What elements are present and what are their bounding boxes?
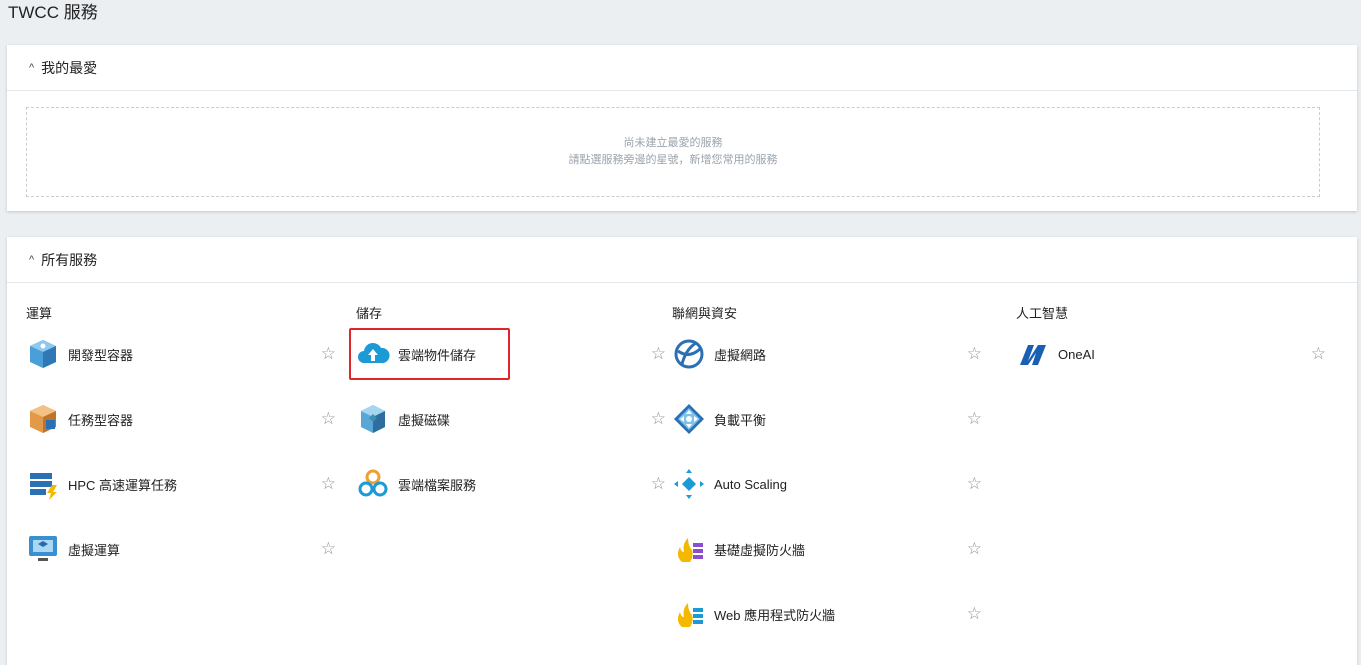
virtual-disk-icon [356,402,390,436]
service-oneai[interactable]: OneAI ☆ [1016,334,1326,374]
job-container-icon [26,402,60,436]
empty-line-2: 請點選服務旁邊的星號，新增您常用的服務 [568,154,778,166]
star-icon[interactable]: ☆ [1311,344,1326,364]
service-label: 負載平衡 [714,412,767,428]
star-icon[interactable]: ☆ [967,539,982,559]
category-storage: 儲存 雲端物件儲存 ☆ 虛擬磁碟 ☆ 雲端檔案服務 ☆ [356,303,666,497]
service-virtual-compute[interactable]: 虛擬運算 ☆ [26,529,336,569]
service-waf[interactable]: Web 應用程式防火牆 ☆ [672,594,982,634]
category-title: 人工智慧 [1016,306,1069,321]
service-label: 任務型容器 [68,412,134,428]
service-label: Web 應用程式防火牆 [714,607,836,623]
star-icon[interactable]: ☆ [321,539,336,559]
service-label: OneAI [1058,346,1095,362]
category-title: 聯網與資安 [672,306,738,321]
service-virtual-disk[interactable]: 虛擬磁碟 ☆ [356,399,666,439]
empty-line-1: 尚未建立最愛的服務 [623,137,723,149]
service-hpc[interactable]: HPC 高速運算任務 ☆ [26,464,336,504]
star-icon[interactable]: ☆ [651,344,666,364]
category-ai: 人工智慧 OneAI ☆ [1016,303,1326,365]
load-balancer-icon [672,402,706,436]
waf-icon [672,597,706,631]
hpc-icon [26,467,60,501]
service-load-balancer[interactable]: 負載平衡 ☆ [672,399,982,439]
favorites-title: 我的最愛 [41,59,98,76]
firewall-icon [672,532,706,566]
page-title: TWCC 服務 [8,3,98,22]
all-services-header[interactable]: ^ 所有服務 [7,237,1357,283]
service-job-container[interactable]: 任務型容器 ☆ [26,399,336,439]
category-title: 儲存 [356,306,383,321]
virtual-network-icon [672,337,706,371]
chevron-up-icon: ^ [29,61,35,74]
service-virtual-network[interactable]: 虛擬網路 ☆ [672,334,982,374]
star-icon[interactable]: ☆ [321,409,336,429]
star-icon[interactable]: ☆ [651,474,666,494]
favorites-panel: ^ 我的最愛 尚未建立最愛的服務 請點選服務旁邊的星號，新增您常用的服務 [7,45,1357,211]
favorites-empty-state: 尚未建立最愛的服務 請點選服務旁邊的星號，新增您常用的服務 [26,107,1320,197]
favorites-header[interactable]: ^ 我的最愛 [7,45,1357,91]
service-label: 虛擬網路 [714,347,767,363]
star-icon[interactable]: ☆ [967,344,982,364]
star-icon[interactable]: ☆ [651,409,666,429]
category-compute: 運算 開發型容器 ☆ 任務型容器 ☆ HPC 高速運算任務 ☆ 虛擬運算 ☆ [26,303,336,561]
highlight-box [349,328,510,380]
dev-container-icon [26,337,60,371]
service-label: 開發型容器 [68,347,134,363]
service-label: 雲端檔案服務 [398,477,477,493]
chevron-up-icon: ^ [29,253,35,266]
service-dev-container[interactable]: 開發型容器 ☆ [26,334,336,374]
star-icon[interactable]: ☆ [321,344,336,364]
star-icon[interactable]: ☆ [321,474,336,494]
auto-scaling-icon [672,467,706,501]
category-network-security: 聯網與資安 虛擬網路 ☆ 負載平衡 ☆ Auto Scaling ☆ 基礎虛擬防… [672,303,982,627]
oneai-icon [1016,337,1050,371]
service-label: Auto Scaling [714,476,787,492]
star-icon[interactable]: ☆ [967,409,982,429]
service-label: HPC 高速運算任務 [68,477,178,493]
star-icon[interactable]: ☆ [967,474,982,494]
service-auto-scaling[interactable]: Auto Scaling ☆ [672,464,982,504]
service-label: 虛擬磁碟 [398,412,451,428]
category-title: 運算 [26,306,53,321]
cloud-file-icon [356,467,390,501]
service-firewall[interactable]: 基礎虛擬防火牆 ☆ [672,529,982,569]
all-services-title: 所有服務 [41,251,98,268]
all-services-panel: ^ 所有服務 運算 開發型容器 ☆ 任務型容器 ☆ HPC 高速運算任務 ☆ 虛… [7,237,1357,665]
star-icon[interactable]: ☆ [967,604,982,624]
service-label: 虛擬運算 [68,542,121,558]
service-cloud-file[interactable]: 雲端檔案服務 ☆ [356,464,666,504]
service-label: 基礎虛擬防火牆 [714,542,806,558]
virtual-compute-icon [26,532,60,566]
